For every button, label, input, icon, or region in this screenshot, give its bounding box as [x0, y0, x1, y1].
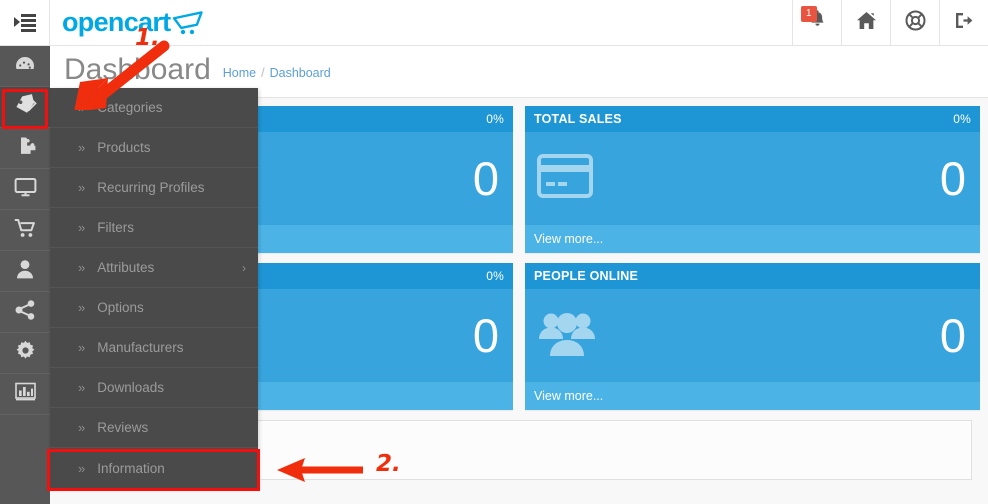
- flyout-item-label: Options: [97, 300, 144, 315]
- menu-toggle-button[interactable]: [0, 0, 50, 45]
- chevron-double-right-icon: »: [78, 340, 86, 355]
- flyout-item-downloads[interactable]: » Downloads: [50, 368, 258, 408]
- stat-card-value: 0: [472, 309, 499, 362]
- sidebar-item-extensions[interactable]: [0, 128, 50, 168]
- stat-card-value: 0: [939, 309, 966, 362]
- chevron-double-right-icon: »: [78, 300, 86, 315]
- flyout-item-label: Filters: [97, 220, 134, 235]
- opencart-admin-dashboard: opencart 1 Dashboard Home / Dashboard 0%…: [0, 0, 988, 504]
- view-more-label: View more...: [534, 232, 604, 246]
- stat-card-header: TOTAL SALES 0%: [525, 106, 980, 132]
- stat-card-header: PEOPLE ONLINE: [525, 263, 980, 289]
- sidebar-item-marketing[interactable]: [0, 292, 50, 332]
- catalog-flyout-menu: » Categories » Products » Recurring Prof…: [50, 88, 258, 488]
- gear-icon: [15, 340, 36, 366]
- flyout-item-recurring-profiles[interactable]: » Recurring Profiles: [50, 168, 258, 208]
- chevron-double-right-icon: »: [78, 260, 86, 275]
- hamburger-icon: [13, 14, 36, 32]
- annotation-label-2: 2.: [376, 451, 401, 477]
- flyout-item-attributes[interactable]: » Attributes ›: [50, 248, 258, 288]
- divider: [0, 414, 50, 415]
- sidebar-item-reports[interactable]: [0, 374, 50, 414]
- chevron-double-right-icon: »: [78, 180, 86, 195]
- flyout-item-label: Reviews: [97, 420, 149, 435]
- credit-card-icon: [537, 154, 593, 203]
- support-button[interactable]: [890, 0, 939, 45]
- flyout-item-label: Manufacturers: [97, 340, 184, 355]
- sidebar-item-customers[interactable]: [0, 251, 50, 291]
- logout-button[interactable]: [939, 0, 988, 45]
- view-more-label: View more...: [534, 389, 604, 403]
- notifications-button[interactable]: 1: [792, 0, 841, 45]
- stat-card-value: 0: [472, 152, 499, 205]
- chevron-double-right-icon: »: [78, 420, 86, 435]
- flyout-item-categories[interactable]: » Categories: [50, 88, 258, 128]
- logout-icon: [954, 11, 974, 35]
- stat-card-title: TOTAL SALES: [534, 112, 622, 126]
- dashboard-gauge-icon: [14, 54, 36, 79]
- home-icon: [856, 11, 877, 35]
- stat-card-people-online: PEOPLE ONLINE 0 View more...: [525, 263, 980, 410]
- breadcrumb-separator: /: [261, 66, 265, 80]
- sidebar-icon-rail: [0, 46, 50, 504]
- chevron-double-right-icon: »: [78, 220, 86, 235]
- stat-card-title: PEOPLE ONLINE: [534, 269, 639, 283]
- brand-logo[interactable]: opencart: [50, 0, 792, 45]
- breadcrumb: Home / Dashboard: [223, 66, 331, 80]
- storefront-button[interactable]: [841, 0, 890, 45]
- flyout-item-label: Downloads: [97, 380, 165, 395]
- stat-card-percent: 0%: [953, 112, 971, 126]
- notification-badge: 1: [801, 6, 817, 22]
- share-nodes-icon: [15, 299, 36, 325]
- stat-card-value: 0: [939, 152, 966, 205]
- shopping-cart-logo-icon: [173, 10, 207, 35]
- desktop-icon: [14, 177, 37, 202]
- annotation-label-1: 1.: [135, 25, 160, 51]
- user-icon: [16, 259, 34, 284]
- chevron-double-right-icon: »: [78, 100, 86, 115]
- people-group-icon: [537, 308, 597, 363]
- breadcrumb-dashboard[interactable]: Dashboard: [270, 66, 331, 80]
- stat-card-percent: 0%: [486, 269, 504, 283]
- page-title: Dashboard: [64, 53, 211, 86]
- flyout-item-products[interactable]: » Products: [50, 128, 258, 168]
- chevron-double-right-icon: »: [78, 460, 86, 476]
- sidebar-item-catalog[interactable]: [0, 87, 50, 127]
- flyout-item-filters[interactable]: » Filters: [50, 208, 258, 248]
- stat-card-view-more[interactable]: View more...: [525, 225, 980, 253]
- flyout-item-information[interactable]: » Information: [50, 448, 258, 488]
- header-actions: 1: [792, 0, 988, 45]
- lifebuoy-icon: [905, 10, 926, 36]
- flyout-item-label: Recurring Profiles: [97, 180, 205, 195]
- stat-card-view-more[interactable]: View more...: [525, 382, 980, 410]
- flyout-item-label: Information: [97, 460, 165, 476]
- sidebar-item-design[interactable]: [0, 169, 50, 209]
- shopping-cart-icon: [14, 218, 37, 243]
- stat-card-total-sales: TOTAL SALES 0% 0 View more...: [525, 106, 980, 253]
- sidebar-item-sales[interactable]: [0, 210, 50, 250]
- breadcrumb-home[interactable]: Home: [223, 66, 256, 80]
- stat-card-body: 0: [525, 289, 980, 382]
- stat-card-percent: 0%: [486, 112, 504, 126]
- sidebar-item-system[interactable]: [0, 333, 50, 373]
- tags-icon: [13, 94, 37, 120]
- bar-chart-icon: [14, 382, 36, 406]
- puzzle-piece-icon: [14, 135, 36, 161]
- flyout-item-manufacturers[interactable]: » Manufacturers: [50, 328, 258, 368]
- flyout-item-label: Categories: [97, 100, 163, 115]
- sidebar-item-dashboard[interactable]: [0, 46, 50, 86]
- chevron-right-icon: ›: [242, 260, 246, 275]
- chevron-double-right-icon: »: [78, 140, 86, 155]
- chevron-double-right-icon: »: [78, 380, 86, 395]
- stat-card-body: 0: [525, 132, 980, 225]
- flyout-item-options[interactable]: » Options: [50, 288, 258, 328]
- flyout-item-label: Products: [97, 140, 151, 155]
- flyout-item-reviews[interactable]: » Reviews: [50, 408, 258, 448]
- flyout-item-label: Attributes: [97, 260, 155, 275]
